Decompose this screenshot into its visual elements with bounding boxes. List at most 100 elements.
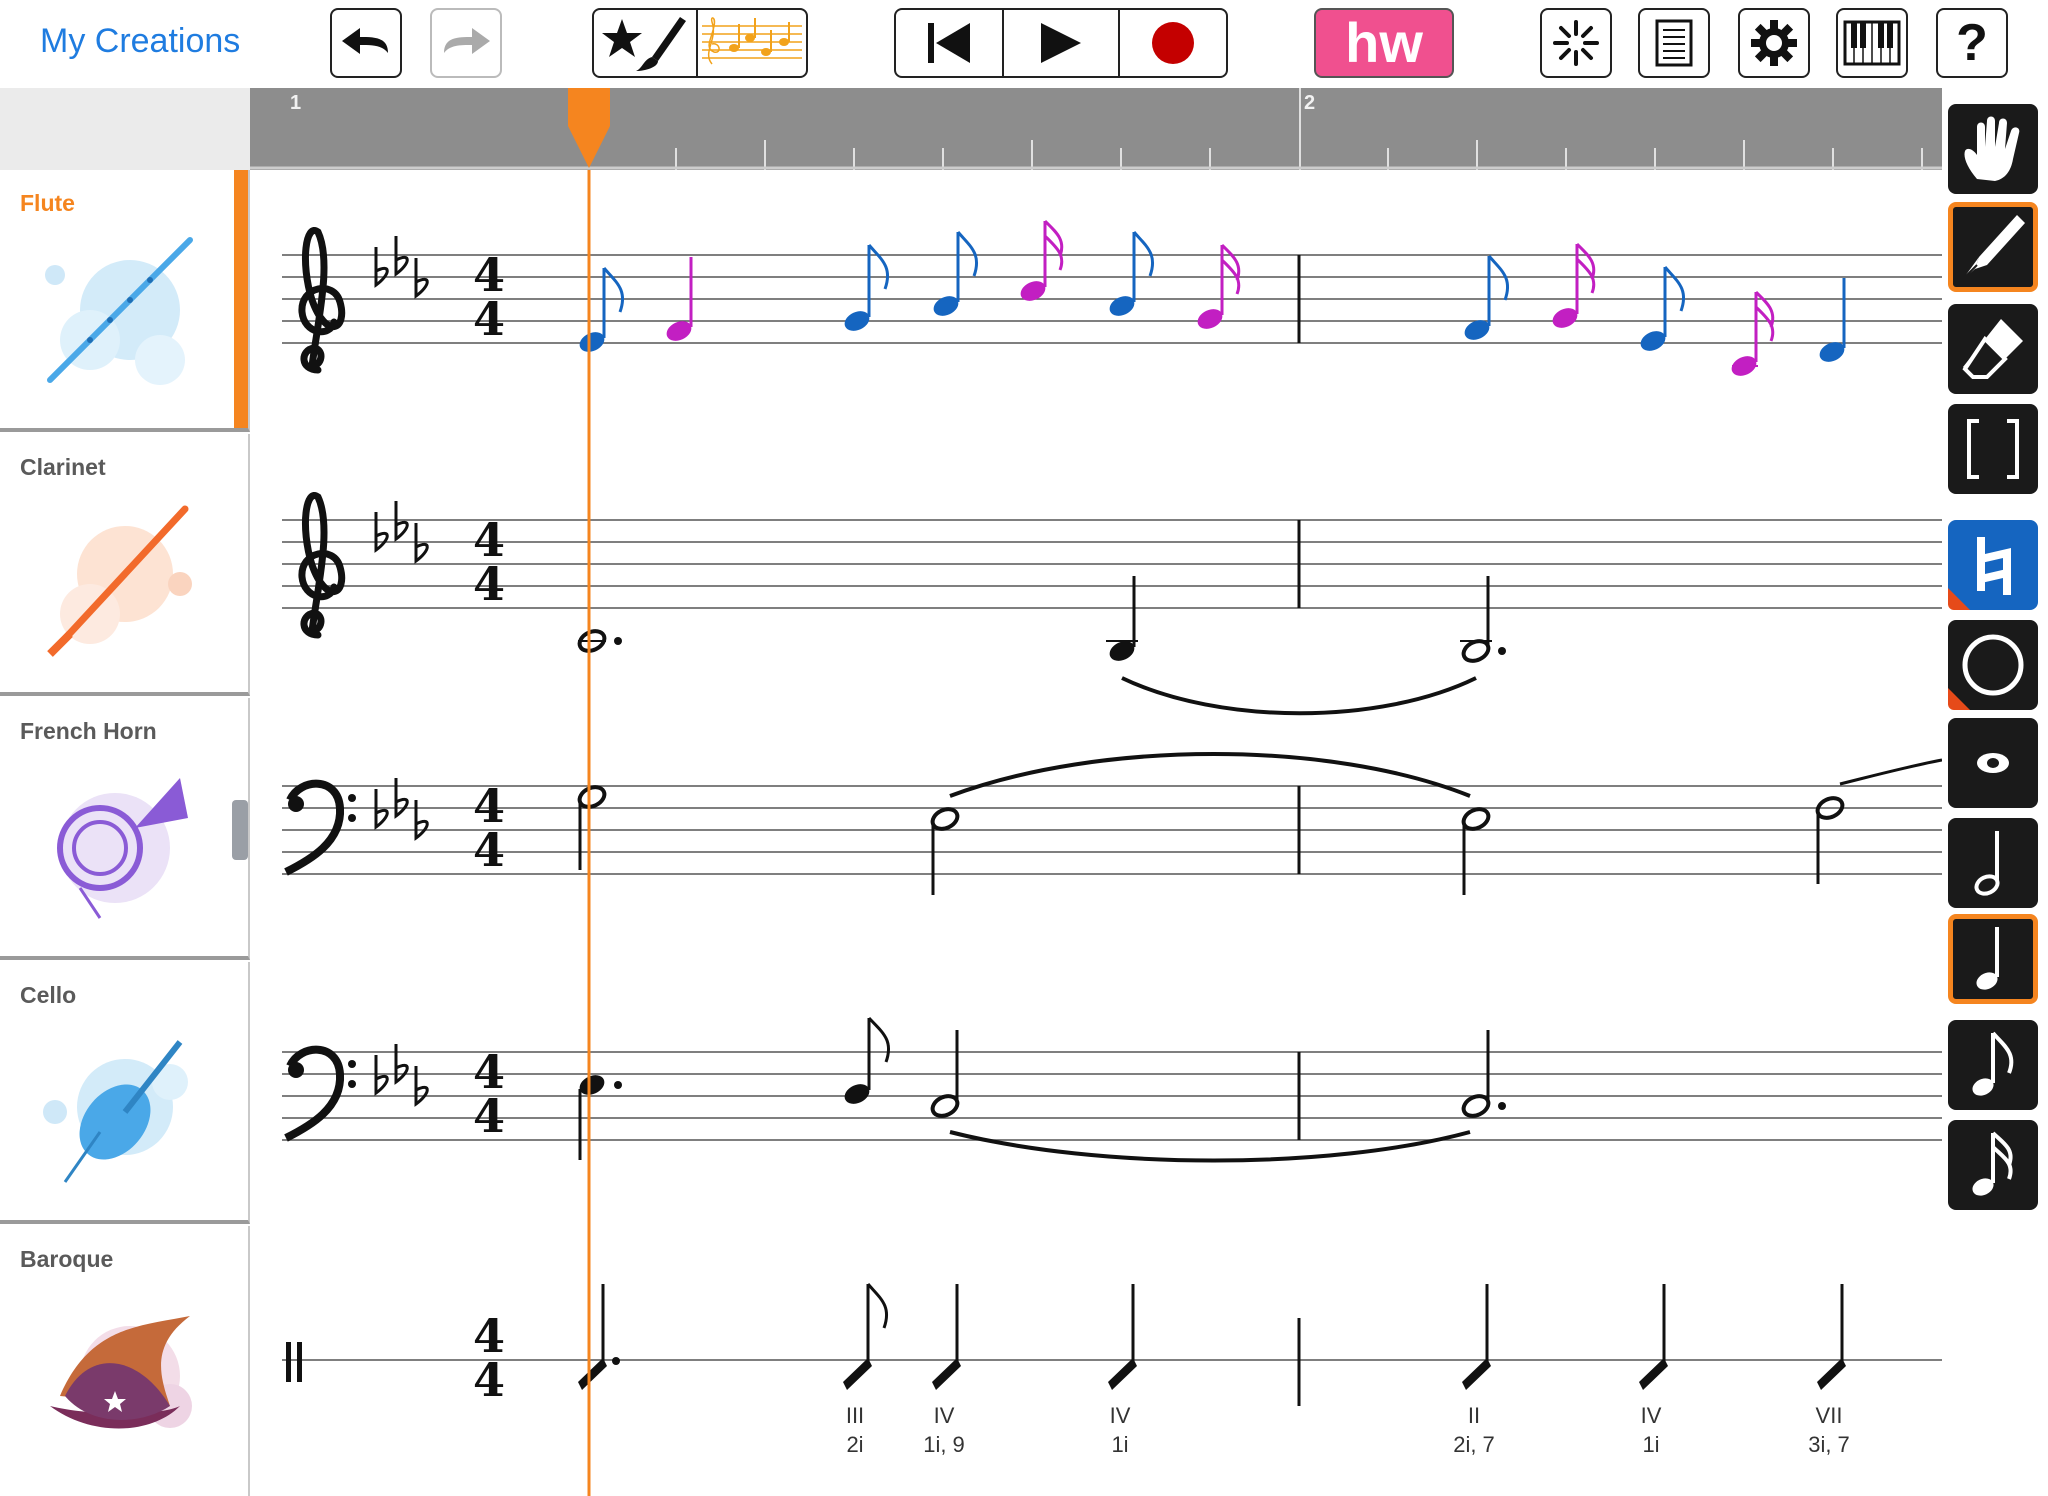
hand-tool[interactable] <box>1948 104 2038 194</box>
natural-tool[interactable] <box>1948 520 2038 610</box>
track-cello[interactable]: Cello <box>0 962 250 1224</box>
score-canvas[interactable]: 4 4 4 4 4 4 4 4 4 4 III 2i IV 1i, 9 IV 1… <box>252 170 1942 1496</box>
undo-button[interactable] <box>330 8 402 78</box>
track-baroque[interactable]: Baroque <box>0 1226 250 1496</box>
whole-note-tool[interactable] <box>1948 620 2038 710</box>
pen-tool[interactable] <box>1948 202 2038 292</box>
hw-button[interactable]: hw <box>1314 8 1454 78</box>
tie <box>949 752 1471 798</box>
transport-controls <box>894 8 1228 78</box>
rhythm-note[interactable] <box>843 1358 872 1390</box>
clarinet-staff <box>282 519 1942 609</box>
view-toggle <box>592 8 808 78</box>
rewind-button[interactable] <box>896 10 1004 76</box>
tool-corner-marker <box>1948 688 1970 710</box>
my-creations-link[interactable]: My Creations <box>40 22 240 61</box>
settings-button[interactable] <box>1738 8 1810 78</box>
active-track-indicator <box>234 170 248 428</box>
chord-numeral: IV <box>1641 1403 1662 1428</box>
flute-notes <box>579 219 1846 376</box>
bracket-tool[interactable] <box>1948 404 2038 494</box>
playhead-handle[interactable] <box>566 88 612 170</box>
time-signature-bottom: 4 <box>473 1353 505 1407</box>
bracket-icon <box>1967 419 2019 479</box>
play-icon <box>1041 23 1081 63</box>
time-signature-bottom: 4 <box>473 292 505 346</box>
clarinet-notes <box>577 576 1506 716</box>
piano-icon <box>1843 20 1901 66</box>
chord-figure: 3i, 7 <box>1808 1432 1850 1457</box>
track-flute[interactable]: Flute <box>0 170 250 432</box>
flat-sign <box>394 778 409 819</box>
timeline-ruler[interactable]: 1 2 <box>250 88 1942 170</box>
wizard-hat-icon <box>50 1316 192 1429</box>
eighth-note-icon <box>1972 1031 2014 1096</box>
clarinet-icon <box>47 505 192 657</box>
record-button[interactable] <box>1120 10 1226 76</box>
quarter-note-icon <box>1976 927 1999 990</box>
ruler-ticks <box>250 88 1942 170</box>
skip-back-icon <box>928 23 970 63</box>
track-french-horn[interactable]: French Horn <box>0 698 250 960</box>
tie <box>1839 758 1942 786</box>
rhythm-note[interactable] <box>1817 1358 1846 1390</box>
track-name-baroque: Baroque <box>20 1246 114 1272</box>
time-signature-bottom: 4 <box>473 557 505 611</box>
quarter-note-tool[interactable] <box>1948 914 2038 1004</box>
track-name-clarinet: Clarinet <box>20 454 106 480</box>
pen-icon <box>1962 215 2025 280</box>
sixteenth-note-tool[interactable] <box>1948 1120 2038 1210</box>
track-name-french-horn: French Horn <box>20 718 157 744</box>
eye-tool[interactable] <box>1948 718 2038 808</box>
help-button[interactable]: ? <box>1936 8 2008 78</box>
score-view-button[interactable] <box>698 10 806 76</box>
tie <box>1121 676 1477 716</box>
flat-sign <box>414 800 429 841</box>
track-clarinet[interactable]: Clarinet <box>0 434 250 696</box>
rhythm-note[interactable] <box>578 1358 607 1390</box>
sheet-music-icon <box>702 17 802 65</box>
document-icon <box>1655 19 1693 67</box>
redo-button[interactable] <box>430 8 502 78</box>
track-name-cello: Cello <box>20 982 77 1008</box>
french-horn-icon <box>57 778 188 919</box>
chord-numeral: VII <box>1816 1403 1843 1428</box>
flat-sign <box>394 1044 409 1085</box>
rhythm-note[interactable] <box>1639 1358 1668 1390</box>
flat-sign <box>374 247 389 288</box>
tie <box>949 1130 1471 1163</box>
document-button[interactable] <box>1638 8 1710 78</box>
eraser-tool[interactable] <box>1948 304 2038 394</box>
flat-sign <box>374 512 389 553</box>
track-name-flute: Flute <box>20 190 75 216</box>
flute-staff <box>282 254 1942 344</box>
time-signature-bottom: 4 <box>473 823 505 877</box>
chord-figure: 1i <box>1642 1432 1659 1457</box>
hw-label: hw <box>1345 11 1423 74</box>
gear-icon <box>1751 20 1797 66</box>
eye-icon <box>1977 753 2009 773</box>
chord-numeral: IV <box>934 1403 955 1428</box>
chord-figure: 2i <box>846 1432 863 1457</box>
play-button[interactable] <box>1004 10 1120 76</box>
style-button[interactable] <box>594 10 698 76</box>
eraser-icon <box>1962 319 2023 379</box>
rhythm-note[interactable] <box>1108 1358 1137 1390</box>
rhythm-note[interactable] <box>932 1358 961 1390</box>
loading-button[interactable] <box>1540 8 1612 78</box>
ruler-spacer <box>0 88 250 170</box>
bass-clef-icon <box>284 1045 356 1142</box>
time-signature-bottom: 4 <box>473 1089 505 1143</box>
spinner-icon <box>1553 20 1599 66</box>
star-brush-icon <box>602 17 686 71</box>
rhythm-note[interactable] <box>1462 1358 1491 1390</box>
keyboard-button[interactable] <box>1836 8 1908 78</box>
half-note-tool[interactable] <box>1948 818 2038 908</box>
chord-figure: 1i <box>1111 1432 1128 1457</box>
chord-figure: 1i, 9 <box>923 1432 965 1457</box>
eighth-note-tool[interactable] <box>1948 1020 2038 1110</box>
treble-clef-icon <box>298 491 346 639</box>
half-note-icon <box>1974 831 2000 896</box>
percussion-clef-icon <box>286 1342 302 1382</box>
resize-handle[interactable] <box>232 800 248 860</box>
